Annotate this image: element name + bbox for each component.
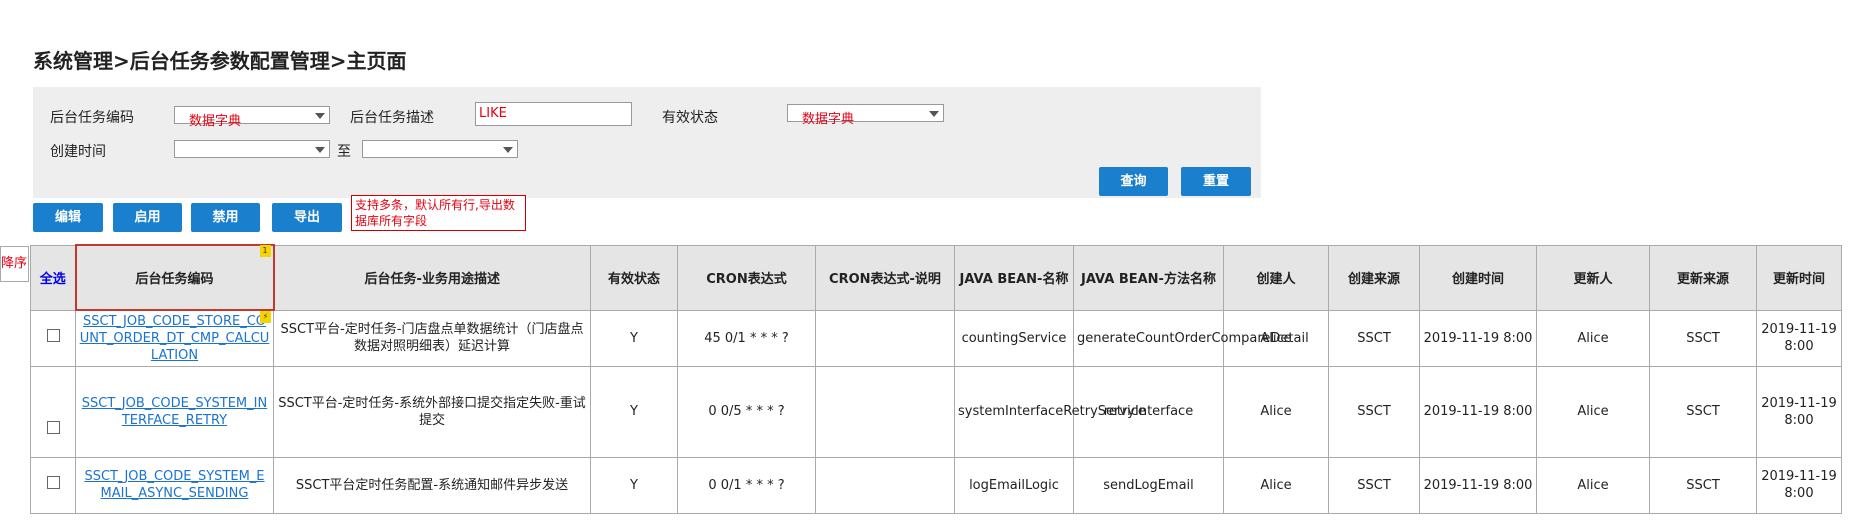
header-create-source[interactable]: 创建来源 bbox=[1328, 244, 1420, 311]
cron-desc-cell bbox=[815, 365, 955, 458]
export-note: 支持多条，默认所有行,导出数据库所有字段 bbox=[351, 195, 526, 231]
reset-button[interactable]: 重置 bbox=[1181, 167, 1251, 196]
task-desc-label: 后台任务描述 bbox=[350, 110, 434, 126]
task-code-select-value: 数据字典 bbox=[189, 114, 242, 129]
table-header-row: 全选 后台任务编码 1 后台任务-业务用途描述 有效状态 CRON表达式 CRO… bbox=[30, 244, 1842, 311]
task-desc-cell: SSCT平台定时任务配置-系统通知邮件异步发送 bbox=[273, 456, 591, 514]
chevron-down-icon bbox=[315, 147, 325, 153]
table-row[interactable]: SSCT_JOB_CODE_SYSTEM_INTERFACE_RETRY SSC… bbox=[30, 365, 1842, 458]
bean-name-cell: countingService bbox=[954, 309, 1074, 367]
creator-cell: Alice bbox=[1223, 365, 1329, 458]
header-cron-desc[interactable]: CRON表达式-说明 bbox=[815, 244, 955, 311]
create-source-cell: SSCT bbox=[1328, 456, 1420, 514]
cron-desc-cell bbox=[815, 456, 955, 514]
header-task-code-label: 后台任务编码 bbox=[135, 272, 214, 287]
cron-cell: 0 0/5 * * * ? bbox=[677, 365, 816, 458]
lightning-icon: ⚡ bbox=[260, 311, 271, 323]
bean-method-cell: generateCountOrderCompareDetail bbox=[1073, 309, 1309, 367]
status-label: 有效状态 bbox=[662, 110, 718, 126]
row-checkbox[interactable] bbox=[46, 420, 60, 434]
export-button[interactable]: 导出 bbox=[272, 203, 342, 232]
task-table: 全选 后台任务编码 1 后台任务-业务用途描述 有效状态 CRON表达式 CRO… bbox=[30, 244, 1842, 514]
created-from-select[interactable] bbox=[174, 140, 330, 158]
header-creator[interactable]: 创建人 bbox=[1223, 244, 1329, 311]
header-create-time[interactable]: 创建时间 bbox=[1419, 244, 1537, 311]
row-checkbox[interactable] bbox=[46, 329, 60, 342]
create-source-cell: SSCT bbox=[1328, 365, 1420, 458]
header-update-source[interactable]: 更新来源 bbox=[1649, 244, 1757, 311]
task-code-link[interactable]: SSCT_JOB_CODE_SYSTEM_EMAIL_ASYNC_SENDING bbox=[84, 469, 264, 501]
header-updater[interactable]: 更新人 bbox=[1536, 244, 1650, 311]
create-time-cell: 2019-11-19 8:00 bbox=[1419, 309, 1537, 367]
query-button[interactable]: 查询 bbox=[1099, 167, 1168, 196]
header-bean-name[interactable]: JAVA BEAN-名称 bbox=[954, 244, 1074, 311]
bean-method-cell: sendLogEmail bbox=[1073, 456, 1224, 514]
update-source-cell: SSCT bbox=[1649, 365, 1757, 458]
task-code-link[interactable]: SSCT_JOB_CODE_STORE_COUNT_ORDER_DT_CMP_C… bbox=[80, 314, 270, 363]
table-row[interactable]: SSCT_JOB_CODE_SYSTEM_EMAIL_ASYNC_SENDING… bbox=[30, 456, 1842, 514]
header-cron[interactable]: CRON表达式 bbox=[677, 244, 816, 311]
create-time-cell: 2019-11-19 8:00 bbox=[1419, 456, 1537, 514]
sort-order-tag[interactable]: 降序 bbox=[0, 246, 29, 282]
created-to-select[interactable] bbox=[362, 140, 518, 158]
task-desc-cell: SSCT平台-定时任务-系统外部接口提交指定失败-重试提交 bbox=[273, 365, 591, 458]
update-source-cell: SSCT bbox=[1649, 456, 1757, 514]
bean-name-cell: logEmailLogic bbox=[954, 456, 1074, 514]
table-row[interactable]: SSCT_JOB_CODE_STORE_COUNT_ORDER_DT_CMP_C… bbox=[30, 309, 1842, 367]
updater-cell: Alice bbox=[1536, 456, 1650, 514]
task-code-select[interactable]: 数据字典 bbox=[174, 106, 330, 129]
update-time-cell: 2019-11-19 8:00 bbox=[1756, 309, 1842, 367]
row-checkbox[interactable] bbox=[46, 476, 60, 489]
disable-button[interactable]: 禁用 bbox=[191, 203, 260, 232]
filter-panel: 后台任务编码 数据字典 后台任务描述 LIKE 有效状态 数据字典 创建时间 至… bbox=[33, 87, 1261, 198]
update-time-cell: 2019-11-19 8:00 bbox=[1756, 456, 1842, 514]
row-checkbox-cell[interactable] bbox=[30, 456, 76, 514]
row-checkbox-cell[interactable] bbox=[30, 365, 76, 458]
header-badge: 1 bbox=[259, 245, 271, 257]
task-desc-input[interactable]: LIKE bbox=[475, 102, 632, 126]
task-code-link[interactable]: SSCT_JOB_CODE_SYSTEM_INTERFACE_RETRY bbox=[82, 396, 267, 428]
cron-desc-cell bbox=[815, 309, 955, 367]
edit-button[interactable]: 编辑 bbox=[33, 203, 103, 232]
status-select[interactable]: 数据字典 bbox=[787, 104, 944, 127]
header-status[interactable]: 有效状态 bbox=[590, 244, 678, 311]
chevron-down-icon bbox=[929, 111, 939, 117]
header-update-time[interactable]: 更新时间 bbox=[1756, 244, 1842, 311]
status-cell: Y bbox=[590, 309, 678, 367]
status-cell: Y bbox=[590, 456, 678, 514]
enable-button[interactable]: 启用 bbox=[113, 203, 182, 232]
create-source-cell: SSCT bbox=[1328, 309, 1420, 367]
cron-cell: 45 0/1 * * * ? bbox=[677, 309, 816, 367]
creator-cell: Alice bbox=[1223, 456, 1329, 514]
cron-cell: 0 0/1 * * * ? bbox=[677, 456, 816, 514]
task-desc-cell: SSCT平台-定时任务-门店盘点单数据统计（门店盘点数据对照明细表）延迟计算 bbox=[273, 309, 591, 367]
task-code-cell[interactable]: SSCT_JOB_CODE_SYSTEM_INTERFACE_RETRY bbox=[75, 365, 274, 458]
bean-name-cell: systemInterfaceRetryService bbox=[954, 365, 1146, 458]
update-source-cell: SSCT bbox=[1649, 309, 1757, 367]
chevron-down-icon bbox=[503, 147, 513, 153]
updater-cell: Alice bbox=[1536, 365, 1650, 458]
task-code-label: 后台任务编码 bbox=[50, 110, 134, 126]
task-code-cell[interactable]: SSCT_JOB_CODE_SYSTEM_EMAIL_ASYNC_SENDING bbox=[75, 456, 274, 514]
header-task-code[interactable]: 后台任务编码 1 bbox=[74, 244, 275, 311]
update-time-cell: 2019-11-19 8:00 bbox=[1756, 365, 1842, 458]
header-task-desc[interactable]: 后台任务-业务用途描述 bbox=[273, 244, 591, 311]
create-time-cell: 2019-11-19 8:00 bbox=[1419, 365, 1537, 458]
to-label: 至 bbox=[337, 144, 351, 160]
select-all-checkbox[interactable]: 全选 bbox=[30, 244, 76, 311]
created-time-label: 创建时间 bbox=[50, 144, 106, 160]
chevron-down-icon bbox=[315, 113, 325, 119]
updater-cell: Alice bbox=[1536, 309, 1650, 367]
status-cell: Y bbox=[590, 365, 678, 458]
header-bean-method[interactable]: JAVA BEAN-方法名称 bbox=[1073, 244, 1224, 311]
page-title: 系统管理>后台任务参数配置管理>主页面 bbox=[33, 49, 407, 73]
status-select-value: 数据字典 bbox=[802, 112, 855, 127]
task-code-cell[interactable]: SSCT_JOB_CODE_STORE_COUNT_ORDER_DT_CMP_C… bbox=[75, 309, 274, 367]
row-checkbox-cell[interactable] bbox=[30, 309, 76, 367]
